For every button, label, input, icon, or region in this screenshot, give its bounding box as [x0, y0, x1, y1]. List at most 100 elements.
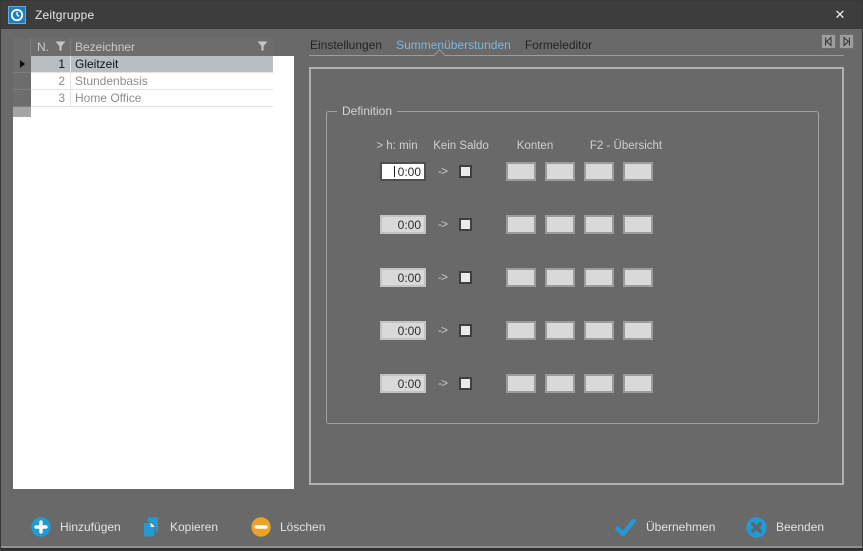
table-header-row: N. Bezeichner [13, 38, 273, 56]
time-value: 0:00 [398, 165, 421, 179]
time-threshold-input[interactable]: 0:00 [380, 268, 426, 287]
arrow-glyph: -> [438, 270, 447, 284]
kein-saldo-checkbox[interactable] [459, 165, 472, 178]
column-header-bezeichner: Bezeichner [71, 38, 273, 56]
f2-uebersicht-box-2[interactable] [623, 374, 653, 393]
quit-button-label: Beenden [776, 520, 824, 534]
header-h-min: > h: min [367, 140, 427, 152]
cell-name: Gleitzeit [71, 56, 273, 73]
f2-uebersicht-box-2[interactable] [623, 321, 653, 340]
apply-button-label: Übernehmen [646, 520, 715, 534]
konten-box-2[interactable] [545, 215, 575, 234]
definition-row: 0:00 -> [327, 268, 818, 287]
time-threshold-input[interactable]: 0:00 [380, 162, 426, 181]
left-arrow-icon [823, 36, 834, 47]
table-row[interactable]: 2 Stundenbasis [13, 73, 273, 90]
table-row[interactable]: 3 Home Office [13, 90, 273, 107]
titlebar: Zeitgruppe ✕ [1, 1, 862, 29]
f2-uebersicht-box-1[interactable] [584, 374, 614, 393]
check-icon [614, 517, 637, 538]
time-value: 0:00 [398, 271, 421, 285]
copy-button-label: Kopieren [170, 520, 218, 534]
add-button[interactable]: Hinzufügen [31, 515, 121, 539]
header-f2-uebersicht: F2 - Übersicht [582, 140, 670, 152]
tab-separator-line [309, 55, 844, 56]
column-header-n-label: N. [37, 40, 49, 54]
time-threshold-input[interactable]: 0:00 [380, 215, 426, 234]
copy-button[interactable]: Kopieren [141, 515, 218, 539]
kein-saldo-checkbox[interactable] [459, 324, 472, 337]
cell-number: 3 [31, 90, 71, 107]
f2-uebersicht-box-2[interactable] [623, 162, 653, 181]
table-row[interactable]: 1 Gleitzeit [13, 56, 273, 73]
close-button[interactable]: ✕ [824, 1, 856, 29]
time-value: 0:00 [398, 218, 421, 232]
konten-box-2[interactable] [545, 321, 575, 340]
tab-summenueberstunden[interactable]: Summenüberstunden [396, 38, 511, 52]
time-threshold-input[interactable]: 0:00 [380, 374, 426, 393]
column-header-bezeichner-label: Bezeichner [75, 40, 135, 54]
plus-circle-icon [31, 517, 51, 537]
kein-saldo-checkbox[interactable] [459, 377, 472, 390]
delete-button[interactable]: Löschen [251, 515, 325, 539]
apply-button[interactable]: Übernehmen [614, 515, 715, 539]
x-circle-icon [746, 517, 767, 538]
definition-groupbox: Definition > h: min Kein Saldo Konten F2… [326, 111, 819, 424]
f2-uebersicht-box-1[interactable] [584, 321, 614, 340]
text-cursor [394, 166, 395, 177]
tab-scroll-right-button[interactable] [839, 34, 854, 49]
filter-funnel-icon[interactable] [55, 40, 66, 54]
definition-row: 0:00 -> [327, 162, 818, 181]
definition-row: 0:00 -> [327, 374, 818, 393]
konten-box-1[interactable] [506, 321, 536, 340]
kein-saldo-checkbox[interactable] [459, 271, 472, 284]
cell-number: 2 [31, 73, 71, 90]
app-clock-icon [8, 6, 26, 24]
cell-name: Home Office [71, 90, 273, 107]
arrow-glyph: -> [438, 323, 447, 337]
column-header-n: N. [31, 38, 71, 56]
konten-box-2[interactable] [545, 268, 575, 287]
f2-uebersicht-box-1[interactable] [584, 268, 614, 287]
f2-uebersicht-box-1[interactable] [584, 215, 614, 234]
time-value: 0:00 [398, 377, 421, 391]
table-header-corner [273, 38, 294, 56]
filter-funnel-icon[interactable] [257, 40, 268, 54]
definition-row: 0:00 -> [327, 321, 818, 340]
tab-scroll-left-button[interactable] [821, 34, 836, 49]
time-threshold-input[interactable]: 0:00 [380, 321, 426, 340]
definition-legend: Definition [337, 105, 397, 118]
tab-formeleditor[interactable]: Formeleditor [525, 38, 592, 52]
f2-uebersicht-box-2[interactable] [623, 215, 653, 234]
right-arrow-icon [841, 36, 852, 47]
konten-box-2[interactable] [545, 162, 575, 181]
table-row-indicator-column-header [13, 38, 31, 56]
kein-saldo-checkbox[interactable] [459, 218, 472, 231]
arrow-glyph: -> [438, 376, 447, 390]
quit-button[interactable]: Beenden [746, 515, 824, 539]
zeitgruppe-window: Zeitgruppe ✕ N. Bezeichner [0, 0, 863, 551]
copy-icon [141, 517, 161, 538]
window-title: Zeitgruppe [35, 8, 94, 22]
arrow-glyph: -> [438, 164, 447, 178]
tab-bar: Einstellungen Summenüberstunden Formeled… [310, 38, 592, 52]
time-value: 0:00 [398, 324, 421, 338]
definition-row: 0:00 -> [327, 215, 818, 234]
zeitgruppe-table: N. Bezeichner 1 Gleitzeit 2 Stundenbas [13, 38, 294, 489]
row-selector-cell [13, 73, 31, 90]
konten-box-1[interactable] [506, 215, 536, 234]
konten-box-1[interactable] [506, 374, 536, 393]
f2-uebersicht-box-2[interactable] [623, 268, 653, 287]
f2-uebersicht-box-1[interactable] [584, 162, 614, 181]
konten-box-2[interactable] [545, 374, 575, 393]
window-bottom-border [1, 548, 862, 550]
konten-box-1[interactable] [506, 162, 536, 181]
row-selector-cell [13, 90, 31, 107]
tab-einstellungen[interactable]: Einstellungen [310, 38, 382, 52]
header-kein-saldo: Kein Saldo [427, 140, 495, 152]
row-selector-cell [13, 56, 31, 73]
current-row-marker-icon [20, 60, 25, 68]
konten-box-1[interactable] [506, 268, 536, 287]
arrow-glyph: -> [438, 217, 447, 231]
add-button-label: Hinzufügen [60, 520, 121, 534]
